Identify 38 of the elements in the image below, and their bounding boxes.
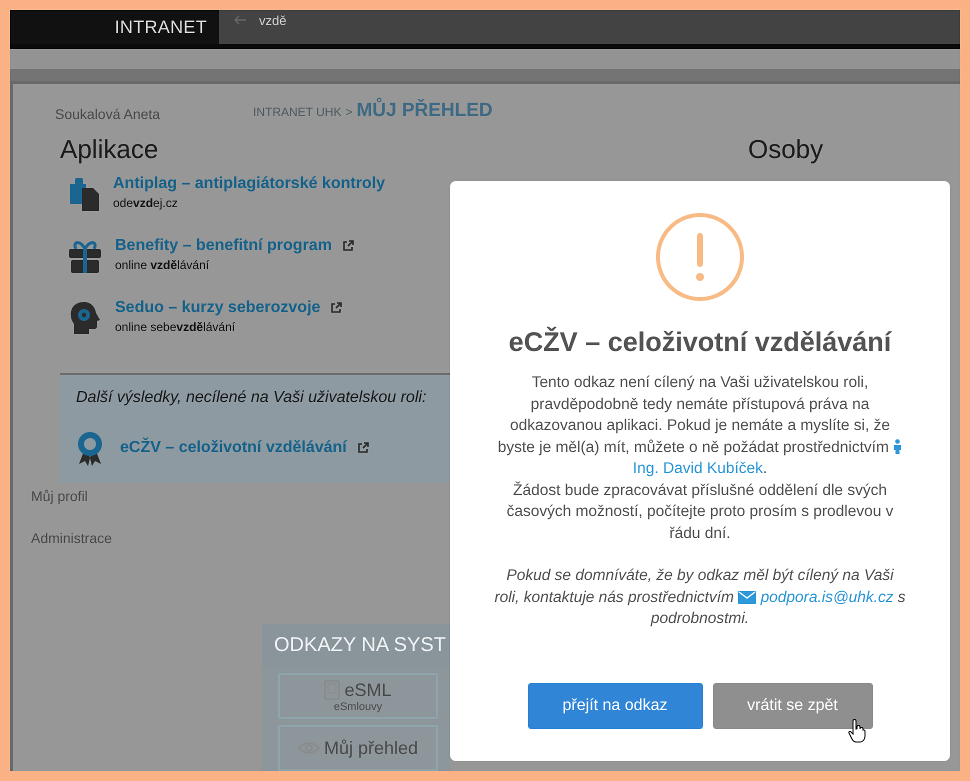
intranet-logo[interactable]: INTRANET (114, 16, 207, 38)
app-link[interactable]: Seduo – kurzy seberozvoje (115, 299, 320, 317)
documents-icon (68, 177, 100, 211)
link-card[interactable]: eSML eSmlouvy (278, 673, 438, 719)
dialog-message: Žádost bude zpracovávat příslušné oddělení dle svých časových možností, počítejte proto prosím s prodlevou v řádu dní. (506, 480, 894, 544)
user-name: Soukalová Aneta (55, 106, 162, 122)
hand-cursor-icon (848, 719, 866, 743)
link-card[interactable]: Můj přehled (278, 725, 438, 771)
app-link[interactable]: Antiplag – antiplagiátorské kontroly (113, 175, 386, 193)
breadcrumb-link[interactable]: INTRANET UHK (253, 105, 342, 119)
email-link[interactable]: podpora.is@uhk.cz (760, 588, 894, 606)
back-arrow-icon[interactable] (233, 15, 247, 25)
dialog-title: eCŽV – celoživotní vzdělávání (508, 327, 892, 358)
gift-icon (68, 239, 102, 273)
section-heading: Aplikace (60, 134, 160, 165)
head-gear-icon (68, 301, 102, 335)
app-link[interactable]: Benefity – benefitní program (115, 237, 332, 255)
person-icon (893, 438, 902, 454)
dialog-note: Pokud se domníváte, že by odkaz měl být cílený na Vaši roli, kontaktuje nás prostřednictvím podpora.is@uhk.cz s podrobnostmi. (494, 566, 906, 629)
dialog-button[interactable]: přejít na odkaz (528, 683, 702, 729)
dialog-message: Tento odkaz není cílený na Vaši uživatelskou roli, pravděpodobně tedy nemáte přístupová práva na odkazovanou aplikaci. Pokud je nemáte a myslíte si, že byste je měl(a) mít, můžete o ně požádat prostřednictvím Ing. David Kubíček. (494, 372, 906, 480)
award-ribbon-icon (76, 431, 104, 467)
dialog-button[interactable]: vrátit se zpět (712, 683, 872, 729)
warning-icon (656, 213, 744, 301)
app-subtitle: online vzdělávání (115, 258, 210, 272)
app-link[interactable]: eCŽV – celoživotní vzdělávání (120, 439, 347, 457)
mail-icon (738, 590, 756, 604)
breadcrumb-separator: > (345, 105, 352, 119)
page-title: MŮJ PŘEHLED (356, 100, 493, 122)
person-link[interactable]: Ing. David Kubíček (632, 460, 763, 477)
section-heading: Osoby (748, 134, 824, 165)
app-subtitle: odevzdej.cz (113, 196, 179, 210)
sidebar-item[interactable]: Administrace (31, 530, 112, 546)
card-subtitle: eSmlouvy (334, 700, 382, 712)
app-subtitle: online sebevzdělávání (115, 320, 236, 334)
search-field[interactable]: vzdě (259, 12, 459, 28)
other-results-heading: Další výsledky, necílené na Vaši uživatelskou roli: (76, 389, 426, 407)
sidebar-item[interactable]: Můj profil (31, 488, 88, 504)
